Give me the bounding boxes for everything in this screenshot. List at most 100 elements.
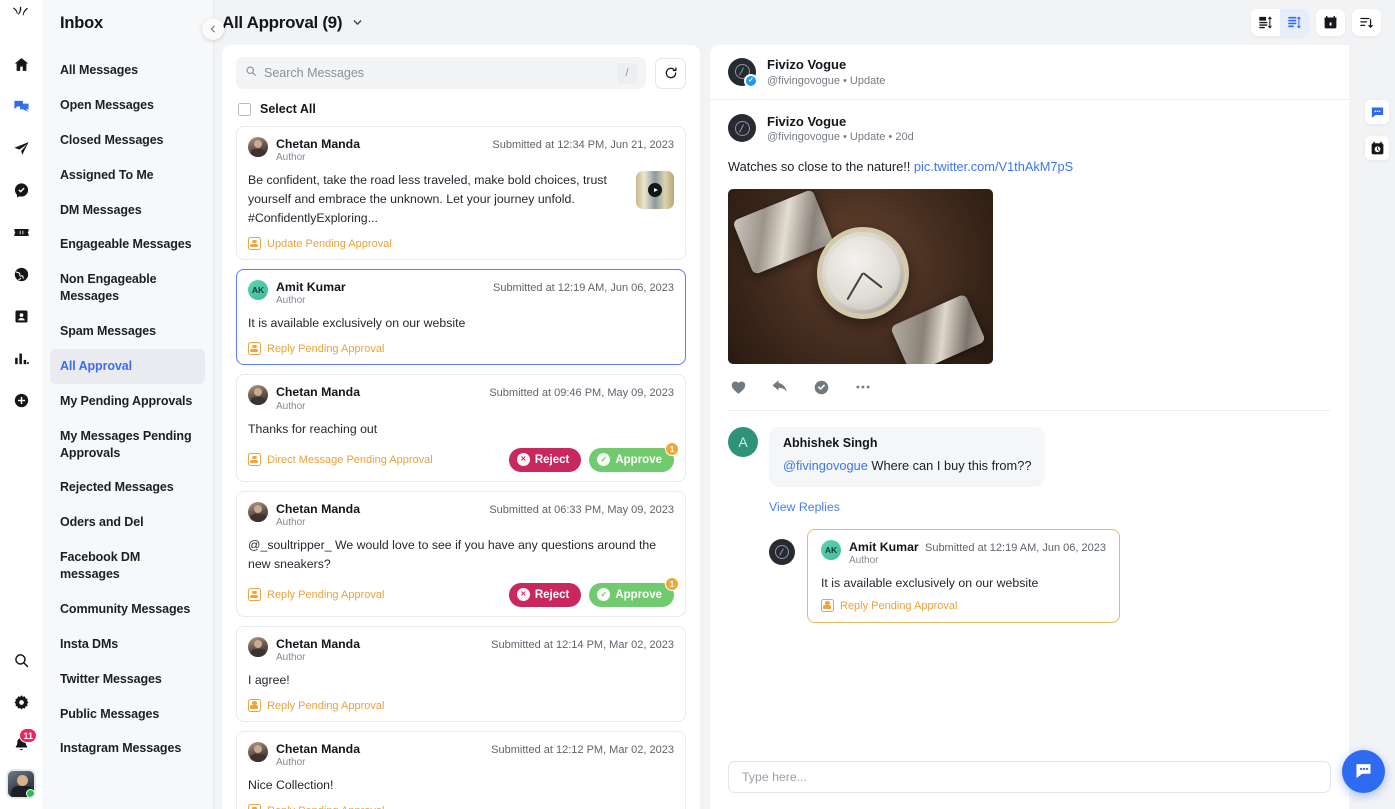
sidebar-item-oders-and-del[interactable]: Oders and Del [50,505,205,540]
view-compact-button[interactable] [1251,9,1280,36]
reply-mention[interactable]: @fivingovogue [783,458,868,473]
view-expanded-button[interactable] [1280,9,1309,36]
view-replies-link[interactable]: View Replies [769,500,1331,514]
message-list-scroll[interactable]: Chetan Manda Author Submitted at 12:34 PM,… [222,121,700,809]
sidebar-item-my-pending-approvals[interactable]: My Pending Approvals [50,384,205,419]
online-status-dot [26,789,34,797]
chat-bubble-icon[interactable] [1365,100,1389,124]
ticket-icon[interactable] [4,215,38,249]
post-media-image[interactable] [728,189,993,365]
message-composer[interactable] [728,761,1331,793]
approve-check-icon [597,588,611,602]
sidebar-item-insta-dms[interactable]: Insta DMs [50,627,205,662]
message-card[interactable]: Chetan Manda Author Submitted at 12:12 PM,… [236,731,686,809]
sidebar-item-open-messages[interactable]: Open Messages [50,88,205,123]
nested-approval-row: AK Amit Kumar Author Submitted at 12:19 … [769,528,1331,624]
refresh-button[interactable] [655,57,686,89]
content-region: / Select All Chetan MandaAuthorSubmitte [214,45,1395,809]
message-list-pane: / Select All Chetan MandaAuthorSubmitte [222,45,700,809]
status-badge: Reply Pending Approval [248,804,384,809]
chat-fab-button[interactable] [1342,750,1385,793]
status-badge: Update Pending Approval [248,237,392,251]
complete-check-icon[interactable] [813,379,830,396]
reject-button[interactable]: Reject [508,582,582,607]
conversation-header: Fivizo Vogue @fivingovogue • Update [710,45,1349,100]
submitted-timestamp: Submitted at 12:12 PM, Mar 02, 2023 [491,744,674,757]
more-options-icon[interactable] [854,378,872,396]
sidebar-item-all-approval[interactable]: All Approval [50,348,205,384]
nested-author-block: Amit Kumar Author [849,540,919,566]
search-box[interactable]: / [236,57,646,89]
sidebar-item-facebook-dm-messages[interactable]: Facebook DM messages [50,540,205,592]
list-toolbar: / Select All [222,45,700,121]
user-avatar[interactable] [6,769,36,799]
sidebar-collapse-button[interactable] [202,18,224,40]
sidebar-item-rejected-messages[interactable]: Rejected Messages [50,470,205,505]
select-all-row[interactable]: Select All [236,89,686,121]
message-card[interactable]: AK Amit Kumar Author Submitted at 12:19 AM,… [236,269,686,366]
message-card[interactable]: Chetan Manda Author Submitted at 06:33 PM,… [236,490,686,617]
conversation-detail-pane: Fivizo Vogue @fivingovogue • Update Fivi… [710,45,1349,809]
reject-button[interactable]: Reject [508,447,582,472]
calendar-button[interactable] [1316,9,1345,36]
sidebar-item-engageable-messages[interactable]: Engageable Messages [50,227,205,262]
analytics-icon[interactable] [4,341,38,375]
publish-send-icon[interactable] [4,131,38,165]
sidebar-item-twitter-messages[interactable]: Twitter Messages [50,662,205,697]
sidebar-item-non-engageable-messages[interactable]: Non Engageable Messages [50,262,205,314]
add-circle-icon[interactable] [4,383,38,417]
topbar-actions [1251,9,1381,36]
message-footer: Direct Message Pending Approval Reject App… [248,441,679,472]
post-media-link[interactable]: pic.twitter.com/V1thAkM7pS [914,159,1073,174]
sort-button[interactable] [1352,9,1381,36]
sidebar-item-community-messages[interactable]: Community Messages [50,592,205,627]
sidebar-item-my-messages-pending-approvals[interactable]: My Messages Pending Approvals [50,419,205,471]
message-card[interactable]: Chetan Manda Author Submitted at 12:34 PM,… [236,126,686,261]
chevron-down-icon[interactable] [351,16,364,29]
search-input[interactable] [264,66,610,80]
reply-author-name: Abhishek Singh [783,436,878,451]
sidebar-item-assigned-to-me[interactable]: Assigned To Me [50,158,205,193]
message-body: Nice Collection! [248,778,334,793]
message-footer: Reply Pending Approval [248,699,674,713]
approve-button[interactable]: Approve1 [589,576,679,607]
inbox-sidebar: Inbox All Messages Open Messages Closed Me… [42,0,224,809]
sidebar-item-public-messages[interactable]: Public Messages [50,697,205,732]
view-density-group [1251,9,1309,36]
author-avatar [248,742,268,763]
history-clock-icon[interactable] [1365,136,1389,160]
post-text-content: Watches so close to the nature!! [728,159,914,175]
sidebar-item-dm-messages[interactable]: DM Messages [50,193,205,228]
global-icon-rail: 11 [0,0,42,809]
notifications-bell-icon[interactable]: 11 [4,727,38,761]
avatar-head [17,775,28,786]
approve-button[interactable]: Approve1 [589,441,679,472]
composer-input[interactable] [742,770,1317,784]
sprout-logo-icon[interactable] [10,4,32,31]
pending-approval-icon [248,342,261,356]
author-avatar [248,137,268,157]
message-card[interactable]: Chetan Manda Author Submitted at 12:14 PM,… [236,625,686,723]
like-heart-icon[interactable] [730,379,747,396]
conversation-scroll[interactable]: Fivizo Vogue @fivingovogue • Update • 20… [710,100,1349,749]
tasks-check-icon[interactable] [4,173,38,207]
reply-arrow-icon[interactable] [771,378,789,396]
settings-gear-icon[interactable] [4,685,38,719]
contacts-icon[interactable] [4,299,38,333]
globe-icon[interactable] [4,257,38,291]
sidebar-item-spam-messages[interactable]: Spam Messages [50,314,205,349]
sidebar-item-instagram-messages[interactable]: Instagram Messages [50,731,205,766]
messages-icon[interactable] [4,89,38,123]
sidebar-item-closed-messages[interactable]: Closed Messages [50,123,205,158]
home-icon[interactable] [4,47,38,81]
message-card[interactable]: Chetan Manda Author Submitted at 09:46 PM,… [236,374,686,482]
author-role: Author [276,295,306,307]
status-text: Direct Message Pending Approval [267,453,433,466]
message-video-thumbnail[interactable] [636,171,674,210]
sidebar-item-all-messages[interactable]: All Messages [50,53,205,88]
topbar: All Approval (9) [214,0,1395,45]
nested-approval-card[interactable]: AK Amit Kumar Author Submitted at 12:19 … [807,528,1120,624]
status-badge: Reply Pending Approval [248,588,384,602]
search-icon[interactable] [4,643,38,677]
select-all-checkbox[interactable] [238,102,251,116]
